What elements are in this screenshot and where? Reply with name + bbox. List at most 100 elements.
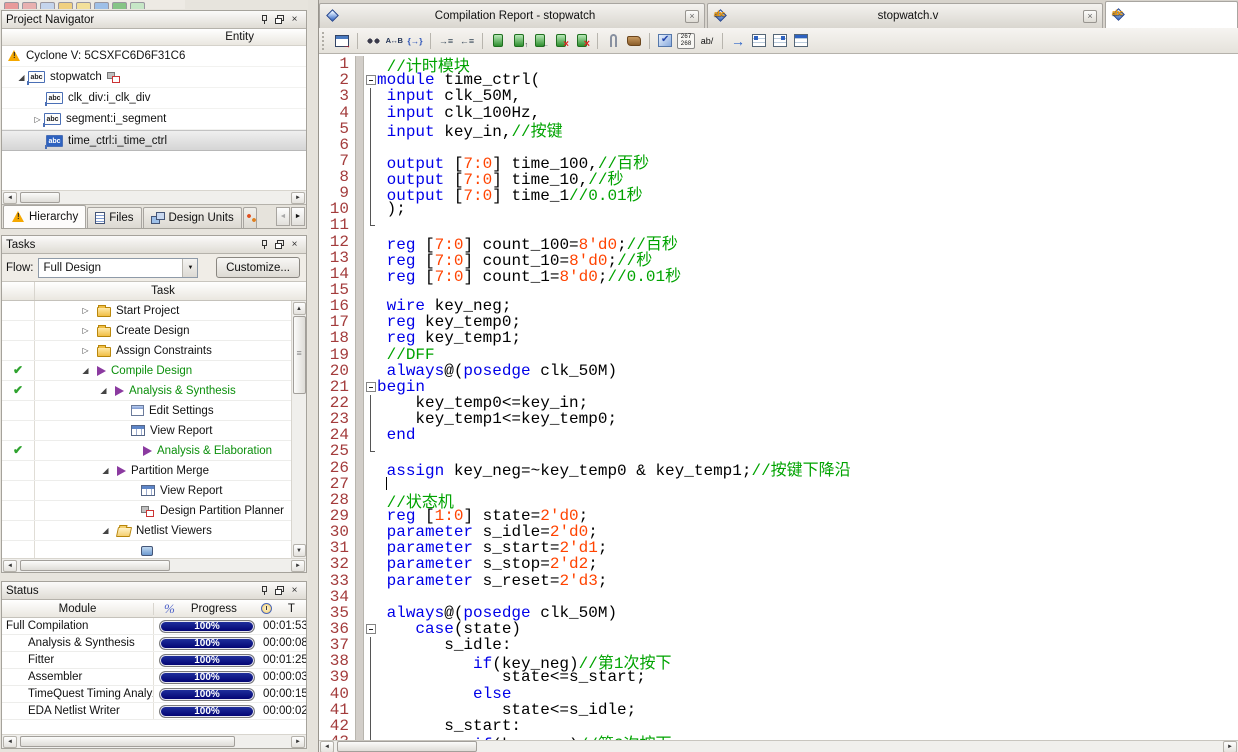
- float-icon[interactable]: [272, 584, 287, 598]
- status-hscrollbar[interactable]: ◄ ►: [2, 734, 306, 748]
- main-toolbar-icon[interactable]: [22, 2, 37, 9]
- close-tab-icon[interactable]: ×: [1083, 10, 1097, 23]
- code-line[interactable]: 31 parameter s_start=2'd1;: [319, 540, 1238, 556]
- bookmark-next-icon[interactable]: [509, 31, 529, 51]
- project-navigator-titlebar[interactable]: Project Navigator ×: [2, 11, 306, 29]
- expanded-arrow-icon[interactable]: ◢: [99, 526, 112, 535]
- float-icon[interactable]: [272, 238, 287, 252]
- main-toolbar-icon[interactable]: [130, 2, 145, 9]
- scroll-left-icon[interactable]: ◄: [320, 741, 334, 752]
- entity-column-header[interactable]: Entity: [2, 29, 306, 46]
- attach-icon[interactable]: [603, 31, 623, 51]
- window-icon[interactable]: [332, 31, 352, 51]
- find-icon[interactable]: [363, 31, 383, 51]
- list-messages-icon[interactable]: [770, 31, 790, 51]
- scroll-left-icon[interactable]: ◄: [3, 192, 17, 204]
- scroll-up-icon[interactable]: ▲: [293, 302, 306, 315]
- scrollbar-thumb[interactable]: [20, 560, 170, 571]
- editor-tab-stopwatch-v[interactable]: abcstopwatch.v×: [707, 3, 1103, 28]
- bookmark-delete-icon[interactable]: [551, 31, 571, 51]
- tabs-scroll-left-icon[interactable]: ◄: [276, 207, 290, 226]
- task-row-analysis-elaboration[interactable]: ✔Analysis & Elaboration: [2, 441, 291, 461]
- pin-icon[interactable]: [257, 584, 272, 598]
- task-row-design-partition-planner[interactable]: Design Partition Planner: [2, 501, 291, 521]
- scroll-right-icon[interactable]: ►: [291, 736, 305, 748]
- scroll-left-icon[interactable]: ◄: [3, 560, 17, 572]
- task-row-analysis-synthesis[interactable]: ✔◢Analysis & Synthesis: [2, 381, 291, 401]
- code-editor[interactable]: 1 //计时模块2module time_ctrl(3 input clk_50…: [319, 54, 1238, 752]
- scroll-left-icon[interactable]: ◄: [3, 736, 17, 748]
- status-titlebar[interactable]: Status ×: [2, 582, 306, 600]
- task-row-item[interactable]: [2, 541, 291, 558]
- task-row-netlist-viewers[interactable]: ◢Netlist Viewers: [2, 521, 291, 541]
- code-line[interactable]: 41 state<=s_idle;: [319, 702, 1238, 718]
- code-line[interactable]: 39 state<=s_start;: [319, 669, 1238, 685]
- editor-hscrollbar[interactable]: ◄ ►: [319, 740, 1238, 752]
- scroll-right-icon[interactable]: ►: [291, 560, 305, 572]
- bookmark-icon[interactable]: [488, 31, 508, 51]
- macro-icon[interactable]: [624, 31, 644, 51]
- tab-partial[interactable]: [243, 207, 257, 228]
- main-toolbar-icon[interactable]: [112, 2, 127, 9]
- fold-box-icon[interactable]: [364, 379, 377, 395]
- tab-design-units[interactable]: Design Units: [143, 207, 242, 228]
- scroll-right-icon[interactable]: ►: [291, 192, 305, 204]
- task-row-create-design[interactable]: ▷Create Design: [2, 321, 291, 341]
- pin-icon[interactable]: [257, 13, 272, 27]
- dock-splitter[interactable]: [308, 0, 318, 752]
- code-line[interactable]: 30 parameter s_idle=2'd0;: [319, 524, 1238, 540]
- code-line[interactable]: 32 parameter s_stop=2'd2;: [319, 556, 1238, 572]
- code-line[interactable]: 35 always@(posedge clk_50M): [319, 605, 1238, 621]
- main-toolbar-icon[interactable]: [4, 2, 19, 9]
- tasks-titlebar[interactable]: Tasks ×: [2, 236, 306, 254]
- list-report-icon[interactable]: [749, 31, 769, 51]
- task-row-assign-constraints[interactable]: ▷Assign Constraints: [2, 341, 291, 361]
- chevron-down-icon[interactable]: ▼: [182, 259, 197, 277]
- list-console-icon[interactable]: [791, 31, 811, 51]
- flow-select[interactable]: Full Design ▼: [38, 258, 198, 278]
- code-line[interactable]: 2module time_ctrl(: [319, 72, 1238, 88]
- close-tab-icon[interactable]: ×: [685, 10, 699, 23]
- code-line[interactable]: 5 input key_in,//按键: [319, 121, 1238, 137]
- goto-icon[interactable]: [405, 31, 425, 51]
- project-navigator-hscrollbar[interactable]: ◄ ►: [2, 190, 306, 204]
- tab-files[interactable]: Files: [87, 207, 141, 228]
- code-line[interactable]: 19 //DFF: [319, 347, 1238, 363]
- task-row-edit-settings[interactable]: Edit Settings: [2, 401, 291, 421]
- scrollbar-thumb[interactable]: [20, 192, 60, 203]
- code-line[interactable]: 33 parameter s_reset=2'd3;: [319, 573, 1238, 589]
- expanded-arrow-icon[interactable]: ◢: [97, 386, 110, 395]
- code-line[interactable]: 1 //计时模块: [319, 56, 1238, 72]
- editor-tab-compilation-report-stopwatch[interactable]: Compilation Report - stopwatch×: [319, 3, 705, 28]
- comment-ab-icon[interactable]: ab/: [697, 31, 717, 51]
- scroll-right-icon[interactable]: ►: [1223, 741, 1237, 752]
- task-row-view-report[interactable]: View Report: [2, 481, 291, 501]
- close-icon[interactable]: ×: [287, 13, 302, 27]
- task-row-compile-design[interactable]: ✔◢Compile Design: [2, 361, 291, 381]
- tasks-vscrollbar[interactable]: ▲ ▼: [291, 301, 306, 558]
- code-line[interactable]: 9 output [7:0] time_1//0.01秒: [319, 185, 1238, 201]
- code-line[interactable]: 26 assign key_neg=~key_temp0 & key_temp1…: [319, 460, 1238, 476]
- replace-icon[interactable]: [384, 31, 404, 51]
- code-line[interactable]: 34: [319, 589, 1238, 605]
- code-line[interactable]: 14 reg [7:0] count_1=8'd0;//0.01秒: [319, 266, 1238, 282]
- main-toolbar-icon[interactable]: [94, 2, 109, 9]
- task-row-start-project[interactable]: ▷Start Project: [2, 301, 291, 321]
- bookmark-prev-icon[interactable]: [530, 31, 550, 51]
- pin-icon[interactable]: [257, 238, 272, 252]
- scrollbar-thumb[interactable]: [293, 316, 306, 394]
- collapsed-arrow-icon[interactable]: ▷: [79, 346, 92, 355]
- fold-box-icon[interactable]: [364, 72, 377, 88]
- collapsed-arrow-icon[interactable]: ▷: [79, 306, 92, 315]
- code-line[interactable]: 20 always@(posedge clk_50M): [319, 363, 1238, 379]
- code-line[interactable]: 22 key_temp0<=key_in;: [319, 395, 1238, 411]
- main-toolbar-icon[interactable]: [58, 2, 73, 9]
- main-toolbar-icon[interactable]: [40, 2, 55, 9]
- scrollbar-thumb[interactable]: [337, 741, 477, 752]
- code-line[interactable]: 36 case(state): [319, 621, 1238, 637]
- expanded-arrow-icon[interactable]: ◢: [79, 366, 92, 375]
- code-line[interactable]: 18 reg key_temp1;: [319, 330, 1238, 346]
- code-line[interactable]: 28 //状态机: [319, 492, 1238, 508]
- code-line[interactable]: 23 key_temp1<=key_temp0;: [319, 411, 1238, 427]
- code-line[interactable]: 3 input clk_50M,: [319, 88, 1238, 104]
